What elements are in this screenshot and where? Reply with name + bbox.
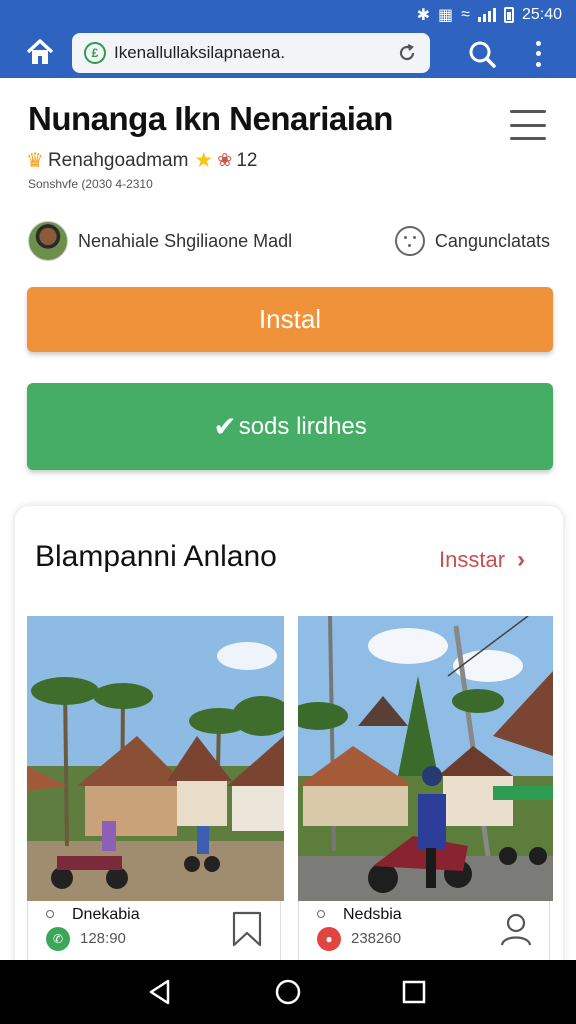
avatar[interactable] — [28, 221, 68, 261]
home-icon[interactable] — [22, 34, 58, 70]
item-number: 128:90 — [80, 930, 126, 947]
verify-button[interactable]: ✔ sods lirdhes — [27, 383, 553, 470]
more-options-icon[interactable] — [526, 38, 550, 70]
chevron-right-icon: › — [517, 546, 526, 573]
network-icon: ▦ — [438, 7, 454, 24]
dot-icon — [46, 910, 54, 918]
section-link-label: Insstar — [439, 547, 506, 572]
crown-icon: ♛ — [26, 150, 44, 172]
village-photo[interactable] — [298, 616, 553, 901]
village-photo[interactable] — [27, 616, 284, 901]
item-number: 238260 — [351, 930, 402, 947]
gallery-card: Blampanni Anlano Insstar › Dnekabia ✆ 12… — [15, 506, 563, 986]
author-name[interactable]: Nenahiale Shgiliaone Madl — [78, 231, 292, 252]
badge-icon: ❀ — [217, 150, 233, 170]
url-text[interactable]: Ikenallullaksilapnaena. — [114, 43, 396, 63]
face-icon — [394, 226, 425, 256]
app-subtext: Sonshvfe (2030 4-2310 — [28, 177, 153, 191]
item-name: Dnekabia — [72, 906, 140, 923]
phone-icon: ✆ — [46, 927, 70, 951]
record-icon: ● — [317, 927, 341, 951]
bluetooth-icon: ✱ — [416, 7, 431, 24]
rating-count: 12 — [236, 149, 258, 171]
rating-text: Renahgoadmam — [47, 149, 189, 171]
dot-icon — [317, 910, 325, 918]
battery-icon — [503, 7, 514, 23]
reload-icon[interactable] — [396, 42, 418, 64]
checkmark-icon: ✔ — [213, 411, 237, 442]
browser-toolbar: ✱ ▦ ≈ 25:40 £ Ikenallullaksilapnaena. — [0, 0, 576, 78]
address-bar[interactable]: £ Ikenallullaksilapnaena. — [72, 33, 430, 73]
search-icon[interactable] — [466, 38, 498, 70]
install-button[interactable]: Instal — [27, 287, 553, 352]
star-icon: ★ — [194, 149, 214, 172]
contact-link[interactable]: Cangunclatats — [394, 226, 550, 256]
bookmark-icon[interactable] — [230, 911, 264, 947]
back-icon[interactable] — [144, 976, 176, 1008]
page-title: Nunanga Ikn Nenariaian — [28, 100, 393, 137]
user-icon[interactable] — [499, 911, 533, 947]
status-bar: ✱ ▦ ≈ 25:40 — [417, 4, 562, 26]
rating-row: ♛ Renahgoadmam ★ ❀ 12 — [26, 148, 257, 173]
wifi-icon: ≈ — [461, 6, 470, 23]
status-time: 25:40 — [521, 6, 562, 23]
system-navigation-bar — [0, 960, 576, 1024]
signal-icon — [477, 8, 496, 22]
recent-apps-icon[interactable] — [398, 976, 430, 1008]
contact-label: Cangunclatats — [434, 230, 550, 251]
list-item[interactable]: Nedsbia ● 238260 — [298, 901, 550, 961]
verify-button-label: sods lirdhes — [238, 412, 367, 440]
secure-site-icon: £ — [84, 42, 106, 64]
home-circle-icon[interactable] — [272, 976, 304, 1008]
hamburger-menu-icon[interactable] — [510, 110, 546, 140]
section-link[interactable]: Insstar › — [439, 546, 525, 574]
list-item[interactable]: Dnekabia ✆ 128:90 — [27, 901, 281, 961]
item-name: Nedsbia — [343, 906, 402, 923]
author-row: Nenahiale Shgiliaone Madl Cangunclatats — [28, 221, 550, 261]
section-title: Blampanni Anlano — [35, 540, 277, 573]
